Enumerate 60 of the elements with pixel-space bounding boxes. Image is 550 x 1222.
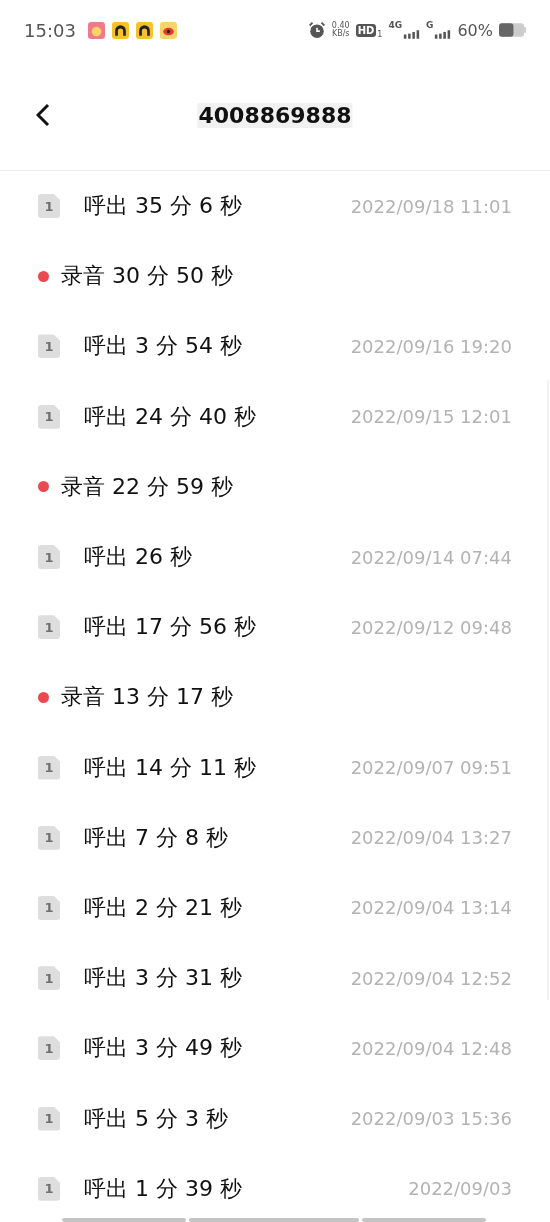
recording-duration[interactable]: 录音 13 分 17 秒 <box>61 682 233 713</box>
battery-icon <box>499 23 526 37</box>
network-type: 4G <box>388 20 403 30</box>
call-duration: 呼出 17 分 56 秒 <box>84 613 256 642</box>
call-date: 2022/09/04 12:48 <box>350 1037 512 1059</box>
call-duration: 呼出 14 分 11 秒 <box>84 753 256 782</box>
recording-dot <box>38 691 49 703</box>
call-duration: 呼出 3 分 54 秒 <box>84 332 242 361</box>
app-notification-icon <box>87 21 105 39</box>
call-duration: 呼出 26 秒 <box>84 543 192 572</box>
alarm-icon <box>307 21 326 39</box>
call-date: 2022/09/12 09:48 <box>350 616 512 638</box>
call-date: 2022/09/04 13:14 <box>350 897 512 919</box>
network-speed-unit: KB/s <box>331 30 350 38</box>
call-date: 2022/09/03 <box>408 1178 512 1200</box>
call-date: 2022/09/04 12:52 <box>350 967 512 989</box>
call-duration: 呼出 24 分 40 秒 <box>84 402 256 431</box>
sim-card-icon: 1 <box>38 825 60 850</box>
call-duration: 呼出 7 分 8 秒 <box>84 823 228 852</box>
recording-duration[interactable]: 录音 22 分 59 秒 <box>61 471 233 502</box>
signal-icon <box>403 29 421 39</box>
recording-dot <box>38 270 49 282</box>
hd-badge: HD <box>355 23 377 37</box>
signal-icon <box>434 29 452 39</box>
sim-card-icon: 1 <box>38 615 60 640</box>
hd-sim-number: 1 <box>377 29 383 39</box>
app-notification-icon <box>159 21 177 39</box>
sim-card-icon: 1 <box>38 194 60 219</box>
recording-dot <box>38 481 49 493</box>
call-date: 2022/09/15 12:01 <box>350 406 512 428</box>
sim-card-icon: 1 <box>38 966 60 991</box>
sim-card-icon: 1 <box>38 1106 60 1131</box>
call-date: 2022/09/18 11:01 <box>350 195 512 217</box>
sim-card-icon: 1 <box>38 545 60 570</box>
recording-duration[interactable]: 录音 30 分 50 秒 <box>61 261 233 292</box>
network-speed: 0.40 <box>331 22 350 30</box>
sim-card-icon: 1 <box>38 404 60 429</box>
call-date: 2022/09/14 07:44 <box>350 546 512 568</box>
call-duration: 呼出 35 分 6 秒 <box>84 192 242 221</box>
sim-card-icon: 1 <box>38 334 60 359</box>
call-date: 2022/09/16 19:20 <box>350 335 512 357</box>
sim-card-icon: 1 <box>38 1036 60 1061</box>
app-notification-icon <box>135 21 153 39</box>
call-duration: 呼出 3 分 49 秒 <box>84 1034 242 1063</box>
back-icon <box>36 103 50 127</box>
network-type: G <box>426 20 434 30</box>
phone-number-title: 4008869888 <box>197 102 353 128</box>
call-duration: 呼出 3 分 31 秒 <box>84 964 242 993</box>
sim-card-icon: 1 <box>38 1176 60 1201</box>
battery-percent: 60% <box>457 20 493 40</box>
status-time: 15:03 <box>24 19 76 41</box>
call-duration: 呼出 5 分 3 秒 <box>84 1104 228 1133</box>
app-notification-icon <box>111 21 129 39</box>
call-date: 2022/09/04 13:27 <box>350 827 512 849</box>
call-date: 2022/09/07 09:51 <box>350 757 512 779</box>
sim-card-icon: 1 <box>38 755 60 780</box>
call-duration: 呼出 1 分 39 秒 <box>84 1174 242 1203</box>
call-duration: 呼出 2 分 21 秒 <box>84 893 242 922</box>
call-date: 2022/09/03 15:36 <box>350 1108 512 1130</box>
sim-card-icon: 1 <box>38 895 60 920</box>
